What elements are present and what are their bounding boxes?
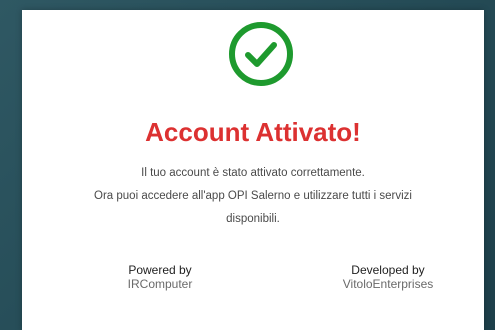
message-line-2: Ora puoi accedere all'app OPI Salerno e … [94,190,412,202]
message-line-3: disponibili. [226,213,280,225]
powered-by-credit: Powered by IRComputer [105,263,215,291]
page-title: Account Attivato! [145,117,361,147]
powered-by-value: IRComputer [127,277,193,291]
message-line-1: Il tuo account è stato attivato corretta… [141,167,365,179]
powered-by-label: Powered by [128,263,192,277]
developed-by-credit: Developed by VitoloEnterprises [318,263,458,291]
developed-by-value: VitoloEnterprises [342,277,434,291]
developed-by-label: Developed by [351,263,425,277]
check-circle-icon [227,20,295,88]
